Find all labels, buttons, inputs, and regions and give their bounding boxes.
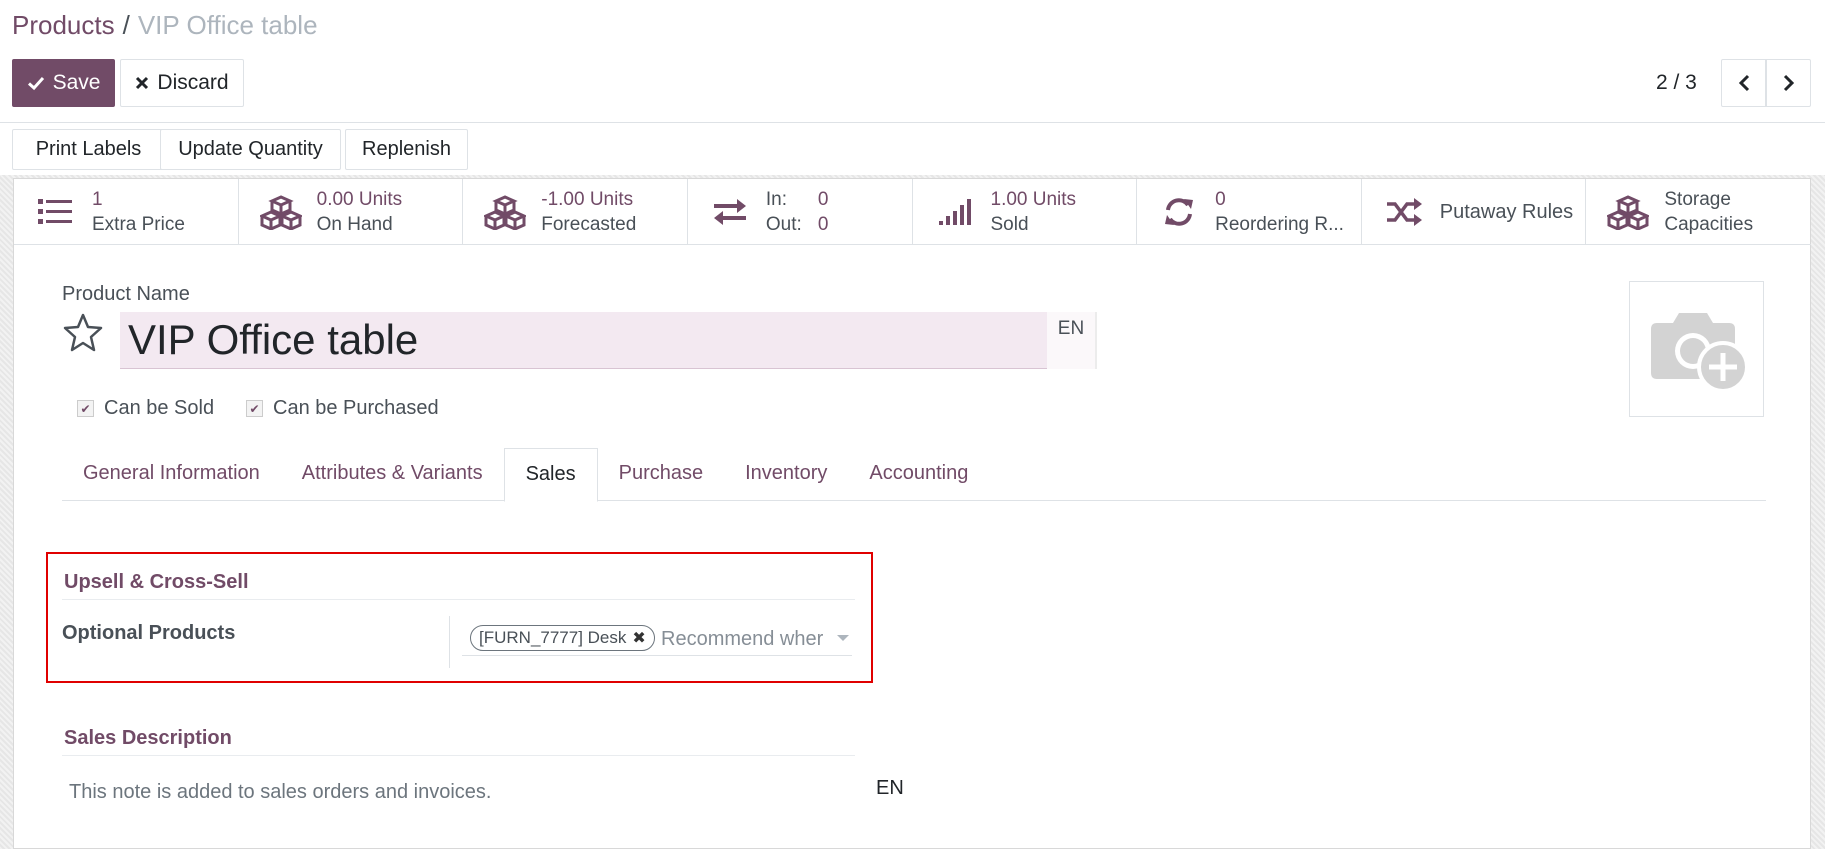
- tab-accounting[interactable]: Accounting: [848, 448, 989, 501]
- sales-description-title: Sales Description: [64, 727, 232, 749]
- control-panel: Products / VIP Office table Save Discard 2…: [0, 0, 1825, 123]
- extra-price-label: Extra Price: [92, 214, 185, 235]
- storage-label-line1: Storage: [1664, 189, 1731, 210]
- exchange-icon: [708, 192, 752, 232]
- close-icon: [136, 76, 149, 90]
- refresh-icon: [1157, 192, 1201, 232]
- extra-price-button[interactable]: 1 Extra Price: [14, 179, 239, 245]
- optional-products-label: Optional Products: [62, 622, 236, 644]
- tab-attributes-variants[interactable]: Attributes & Variants: [281, 448, 504, 501]
- on-hand-button[interactable]: 0.00 Units On Hand: [239, 179, 464, 245]
- chevron-left-icon: [1738, 74, 1749, 92]
- field-underline: [462, 655, 852, 656]
- chevron-right-icon: [1783, 74, 1794, 92]
- checkbox-checked-icon: ✔: [77, 400, 94, 417]
- reordering-value: 0: [1215, 189, 1226, 210]
- tab-purchase[interactable]: Purchase: [598, 448, 725, 501]
- tab-inventory[interactable]: Inventory: [724, 448, 848, 501]
- breadcrumb-products-link[interactable]: Products: [12, 10, 115, 40]
- can-be-sold-label: Can be Sold: [104, 397, 215, 419]
- optional-product-tag-label: [FURN_7777] Desk: [479, 628, 627, 647]
- check-icon: [27, 76, 44, 91]
- pager-next-button[interactable]: [1766, 59, 1811, 107]
- upsell-cross-sell-title: Upsell & Cross-Sell: [64, 571, 249, 593]
- discard-label: Discard: [157, 71, 229, 94]
- optional-products-input[interactable]: Recommend wher: [661, 628, 831, 651]
- can-be-purchased-checkbox[interactable]: ✔ Can be Purchased: [246, 397, 439, 420]
- reordering-label: Reordering R...: [1215, 214, 1344, 235]
- forecasted-button[interactable]: -1.00 Units Forecasted: [463, 179, 688, 245]
- in-out-button[interactable]: In: 0 Out: 0: [688, 179, 913, 245]
- replenish-button[interactable]: Replenish: [345, 129, 468, 170]
- dropdown-caret-icon[interactable]: [837, 635, 849, 641]
- product-name-label: Product Name: [62, 283, 190, 305]
- forecasted-value: -1.00 Units: [541, 189, 634, 210]
- product-name-input[interactable]: VIP Office table: [120, 312, 1047, 369]
- storage-label-line2: Capacities: [1664, 214, 1754, 235]
- form-sheet: 1 Extra Price 0.00 Units On Hand -1.00 Uni…: [13, 178, 1811, 849]
- breadcrumb-separator: /: [122, 10, 130, 40]
- tag-remove-icon[interactable]: ✖: [632, 628, 645, 648]
- out-value: 0: [817, 214, 829, 235]
- storage-capacities-button[interactable]: Storage Capacities: [1586, 179, 1811, 245]
- star-icon[interactable]: [62, 312, 104, 357]
- on-hand-label: On Hand: [316, 214, 393, 235]
- tab-sales[interactable]: Sales: [503, 448, 598, 502]
- smart-buttons: 1 Extra Price 0.00 Units On Hand -1.00 Uni…: [14, 179, 1811, 245]
- notebook-tabs: General Information Attributes & Variant…: [62, 448, 1766, 502]
- extra-price-value: 1: [92, 189, 103, 210]
- breadcrumb: Products / VIP Office table: [12, 10, 318, 41]
- random-icon: [1382, 192, 1426, 232]
- camera-add-icon: [1650, 313, 1749, 393]
- description-lang-button[interactable]: EN: [876, 777, 904, 800]
- cubes-icon: [483, 192, 527, 232]
- can-be-sold-checkbox[interactable]: ✔ Can be Sold: [77, 397, 214, 420]
- save-label: Save: [52, 71, 101, 94]
- pager-value[interactable]: 2 / 3: [1656, 71, 1697, 95]
- save-button[interactable]: Save: [12, 59, 115, 107]
- group-divider: [62, 599, 855, 600]
- reordering-rules-button[interactable]: 0 Reordering R...: [1137, 179, 1362, 245]
- tab-general-information[interactable]: General Information: [62, 448, 281, 501]
- sold-button[interactable]: 1.00 Units Sold: [913, 179, 1138, 245]
- product-image[interactable]: [1629, 281, 1764, 417]
- sold-value: 1.00 Units: [990, 189, 1077, 210]
- cubes-icon: [259, 192, 303, 232]
- in-label: In:: [765, 189, 787, 210]
- forecasted-label: Forecasted: [541, 214, 637, 235]
- breadcrumb-current: VIP Office table: [137, 10, 318, 40]
- sold-label: Sold: [990, 214, 1029, 235]
- putaway-rules-button[interactable]: Putaway Rules: [1362, 179, 1587, 245]
- optional-product-tag: [FURN_7777] Desk ✖: [470, 625, 655, 651]
- in-value: 0: [817, 189, 829, 210]
- pager-previous-button[interactable]: [1721, 59, 1766, 107]
- on-hand-value: 0.00 Units: [316, 189, 403, 210]
- cubes-icon: [1606, 192, 1650, 232]
- can-be-purchased-label: Can be Purchased: [273, 397, 439, 419]
- putaway-label: Putaway Rules: [1439, 200, 1574, 223]
- checkbox-checked-icon: ✔: [246, 400, 263, 417]
- list-icon: [34, 192, 78, 232]
- signal-icon: [933, 192, 977, 232]
- group-divider: [62, 755, 855, 756]
- discard-button[interactable]: Discard: [120, 59, 244, 107]
- sales-description-input[interactable]: This note is added to sales orders and i…: [69, 781, 491, 804]
- out-label: Out:: [765, 214, 802, 235]
- product-name-lang-button[interactable]: EN: [1047, 312, 1097, 369]
- print-labels-button[interactable]: Print Labels: [12, 129, 165, 170]
- field-separator: [449, 616, 450, 668]
- update-quantity-button[interactable]: Update Quantity: [160, 129, 341, 170]
